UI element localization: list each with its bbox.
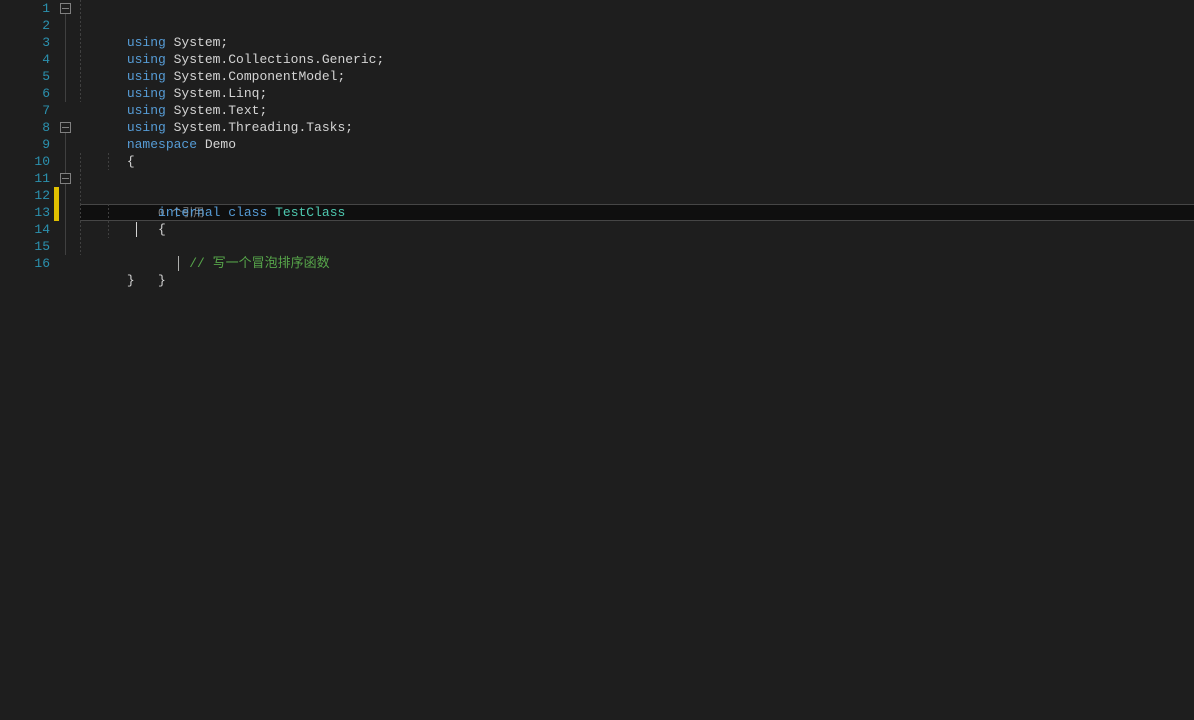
- codelens-line[interactable]: 0 个引用: [80, 153, 1194, 170]
- fold-guide: [65, 14, 66, 102]
- line-number: 11: [0, 170, 54, 187]
- line-number: 14: [0, 221, 54, 238]
- change-marker: [54, 187, 59, 221]
- code-line[interactable]: namespace Demo: [80, 119, 1194, 136]
- fold-toggle[interactable]: [60, 173, 71, 184]
- code-line[interactable]: [80, 102, 1194, 119]
- line-number: 9: [0, 136, 54, 153]
- code-line[interactable]: // 写一个冒泡排序函数: [80, 204, 1194, 221]
- code-line[interactable]: {: [80, 187, 1194, 204]
- line-number-gutter: 1 2 3 4 5 6 7 8 9 10 11 12 13 14 15 16: [0, 0, 54, 720]
- line-number: 6: [0, 85, 54, 102]
- line-number: 10: [0, 153, 54, 170]
- code-area[interactable]: using System; using System.Collections.G…: [80, 0, 1194, 720]
- code-line[interactable]: {: [80, 136, 1194, 153]
- line-number: 13: [0, 204, 54, 221]
- line-number: 5: [0, 68, 54, 85]
- code-editor[interactable]: 1 2 3 4 5 6 7 8 9 10 11 12 13 14 15 16: [0, 0, 1194, 720]
- code-line[interactable]: [80, 221, 1194, 238]
- code-line[interactable]: }: [80, 255, 1194, 272]
- code-line[interactable]: internal class TestClass: [80, 170, 1194, 187]
- line-number: 2: [0, 17, 54, 34]
- code-line[interactable]: using System.Threading.Tasks;: [80, 85, 1194, 102]
- code-line[interactable]: }: [80, 238, 1194, 255]
- folding-margin: [54, 0, 80, 720]
- line-number: 4: [0, 51, 54, 68]
- fold-toggle[interactable]: [60, 3, 71, 14]
- fold-guide: [65, 133, 66, 255]
- fold-toggle[interactable]: [60, 122, 71, 133]
- line-number: 12: [0, 187, 54, 204]
- mouse-text-cursor: [178, 256, 179, 271]
- code-line[interactable]: [80, 272, 1194, 289]
- code-line[interactable]: using System.Collections.Generic;: [80, 17, 1194, 34]
- line-number: 8: [0, 119, 54, 136]
- line-number: 16: [0, 255, 54, 272]
- code-line[interactable]: using System.Text;: [80, 68, 1194, 85]
- line-number: 1: [0, 0, 54, 17]
- line-number: 3: [0, 34, 54, 51]
- code-line[interactable]: using System.ComponentModel;: [80, 34, 1194, 51]
- line-number: 15: [0, 238, 54, 255]
- line-number: 7: [0, 102, 54, 119]
- code-line[interactable]: using System.Linq;: [80, 51, 1194, 68]
- code-line[interactable]: using System;: [80, 0, 1194, 17]
- text-cursor: [136, 222, 137, 237]
